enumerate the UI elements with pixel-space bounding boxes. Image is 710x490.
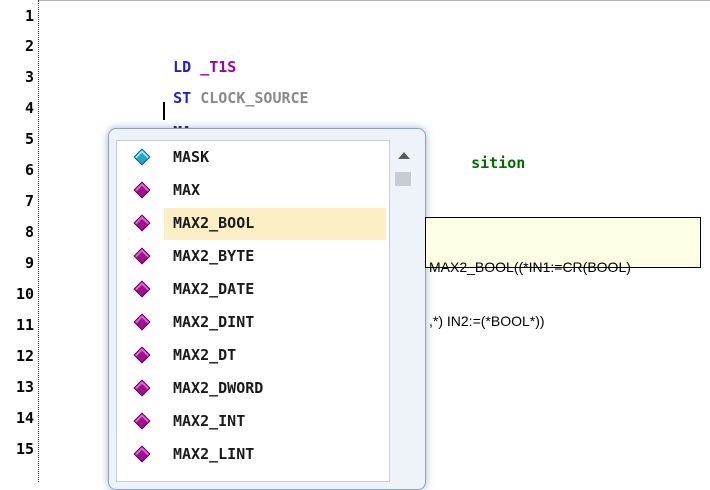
purple-diamond-icon [133, 313, 151, 331]
line-number: 2 [24, 37, 34, 55]
autocomplete-item-label: MAX [173, 181, 201, 199]
variable-clock-source: CLOCK_SOURCE [200, 89, 309, 107]
line-number: 14 [15, 409, 34, 427]
tooltip-line-1: MAX2_BOOL((*IN1:=CR(BOOL) [429, 259, 631, 275]
signature-tooltip: MAX2_BOOL((*IN1:=CR(BOOL) ,*) IN2:=(*BOO… [425, 217, 701, 329]
autocomplete-popup[interactable]: MASK MAX MAX2_BOOL MAX2_BYTE MAX2_DATE M… [108, 128, 426, 490]
line-number: 12 [15, 347, 34, 365]
line-number: 3 [24, 68, 34, 86]
autocomplete-item-max2-byte[interactable]: MAX2_BYTE [117, 240, 389, 273]
code-line-3[interactable]: ST CLOCK_SOURCE [137, 65, 308, 107]
autocomplete-item-label: MAX2_DWORD [173, 379, 264, 397]
purple-diamond-icon [133, 445, 151, 463]
autocomplete-item-label: MAX2_DINT [173, 313, 255, 331]
autocomplete-item-label: MAX2_BOOL [173, 214, 255, 232]
purple-diamond-icon [133, 214, 151, 232]
scroll-thumb[interactable] [395, 172, 411, 186]
autocomplete-item-label: MASK [173, 148, 210, 166]
autocomplete-item-label: MAX2_DATE [173, 280, 255, 298]
comment-text: sition [471, 154, 526, 172]
line-number: 10 [15, 285, 34, 303]
autocomplete-item-max[interactable]: MAX [117, 174, 389, 207]
autocomplete-item-label: MAX2_BYTE [173, 247, 255, 265]
scroll-up-arrow-icon[interactable] [398, 152, 410, 159]
purple-diamond-icon [133, 412, 151, 430]
autocomplete-item-label: MAX2_LINT [173, 445, 255, 463]
purple-diamond-icon [133, 280, 151, 298]
text-caret [163, 102, 165, 120]
line-number: 6 [24, 161, 34, 179]
autocomplete-scrollbar[interactable] [390, 140, 416, 480]
tooltip-line-2: ,*) IN2:=(*BOOL*)) [429, 313, 545, 329]
autocomplete-item-max2-bool[interactable]: MAX2_BOOL [117, 207, 389, 240]
line-number: 7 [24, 192, 34, 210]
cyan-diamond-icon [133, 148, 151, 166]
autocomplete-item-max2-int[interactable]: MAX2_INT [117, 405, 389, 438]
purple-diamond-icon [133, 346, 151, 364]
autocomplete-item-label: MAX2_INT [173, 412, 246, 430]
autocomplete-list[interactable]: MASK MAX MAX2_BOOL MAX2_BYTE MAX2_DATE M… [116, 140, 390, 482]
autocomplete-item-mask[interactable]: MASK [117, 141, 389, 174]
line-number: 1 [24, 7, 34, 25]
line-number: 4 [24, 99, 34, 117]
autocomplete-item-label: MAX2_DT [173, 346, 237, 364]
code-line-2[interactable]: LD _T1S [137, 34, 236, 76]
line-number: 11 [15, 316, 34, 334]
line-number-gutter: 1 2 3 4 5 6 7 8 9 10 11 12 13 14 15 [0, 0, 39, 482]
line-number: 5 [24, 130, 34, 148]
autocomplete-item-max2-dt[interactable]: MAX2_DT [117, 339, 389, 372]
purple-diamond-icon [133, 181, 151, 199]
line-number: 13 [15, 378, 34, 396]
purple-diamond-icon [133, 247, 151, 265]
line-number: 15 [15, 440, 34, 458]
line-number: 9 [24, 254, 34, 272]
autocomplete-item-max2-lint[interactable]: MAX2_LINT [117, 438, 389, 471]
autocomplete-item-max2-dint[interactable]: MAX2_DINT [117, 306, 389, 339]
autocomplete-item-max2-date[interactable]: MAX2_DATE [117, 273, 389, 306]
line-number: 8 [24, 223, 34, 241]
code-line-5-right[interactable]: sition [435, 130, 525, 172]
autocomplete-item-max2-dword[interactable]: MAX2_DWORD [117, 372, 389, 405]
purple-diamond-icon [133, 379, 151, 397]
editor-top-border [0, 0, 710, 1]
